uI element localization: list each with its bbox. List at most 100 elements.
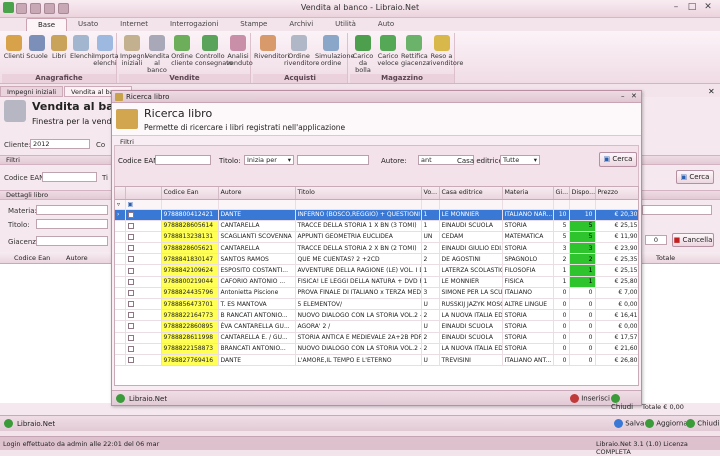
materia-field[interactable] — [36, 205, 108, 215]
col-header[interactable]: Casa editrice — [439, 187, 503, 200]
cell-prezzo: € 0,00 — [595, 298, 638, 311]
row-checkbox[interactable] — [125, 264, 162, 277]
tab-internet[interactable]: Internet — [109, 18, 159, 32]
carico-da-bolla-button[interactable]: Carico da bolla — [351, 35, 375, 74]
cerca-button[interactable]: ▣ Cerca — [599, 152, 637, 167]
table-row[interactable]: 9788822860895 ÈVA CANTARELLA GU... AGORA' … — [115, 320, 638, 333]
row-checkbox[interactable] — [125, 287, 162, 300]
row-checkbox[interactable] — [125, 309, 162, 322]
impegni-iniziali-button[interactable]: Impegni iniziali — [120, 35, 146, 67]
minimize-icon[interactable]: – — [621, 92, 625, 100]
tab-archivi[interactable]: Archivi — [278, 18, 324, 32]
table-row[interactable]: 9788828611998 CANTARELLA E. / GU... STORIA… — [115, 332, 638, 344]
quantity-stepper[interactable]: 0 — [645, 235, 667, 245]
table-row[interactable]: › 9788800412421 DANTE INFERNO (BOSCO,REGGIO… — [115, 209, 638, 221]
table-row[interactable]: 9788842109624 ESPOSITO COSTANTI... AVVENTU… — [115, 264, 638, 277]
titolo-mode-select[interactable]: Inizia per ▾ — [244, 155, 294, 165]
col-header[interactable]: Autore — [218, 187, 296, 200]
analisi-venduto-button[interactable]: Analisi venduto — [226, 35, 253, 67]
table-row[interactable]: 9788800219044 CAFORIO ANTONIO ... FISICA! … — [115, 276, 638, 288]
row-checkbox[interactable] — [125, 354, 162, 367]
close-icon[interactable]: ✕ — [700, 2, 716, 14]
row-checkbox[interactable] — [125, 220, 162, 232]
clienti-button[interactable]: Clienti — [3, 35, 25, 60]
titolo-field[interactable] — [36, 219, 108, 229]
casa-editrice-select[interactable]: Tutte ▾ — [500, 155, 540, 165]
row-checkbox[interactable] — [125, 231, 162, 244]
help-icon[interactable] — [4, 419, 13, 428]
cancella-button[interactable]: ■ Cancella — [672, 233, 714, 247]
table-row[interactable]: 9788822164773 B RANCATI ANTONIO... NUOVO D… — [115, 309, 638, 322]
vendita-al-banco-label: Vendita al banco — [145, 52, 170, 74]
table-row[interactable]: 9788828605621 CANTARELLA TRACCE DELLA STOR… — [115, 242, 638, 255]
table-row[interactable]: 9788828605614 CANTARELLA TRACCE DELLA STOR… — [115, 220, 638, 232]
col-header[interactable]: Codice Ean — [161, 187, 219, 200]
row-checkbox[interactable] — [125, 209, 162, 221]
cell-giacenza: 0 — [553, 354, 570, 367]
rivenditori-button[interactable]: Rivenditori — [254, 35, 289, 60]
doc-tab-impegni-iniziali[interactable]: Impegni iniziali — [0, 86, 64, 97]
row-checkbox[interactable] — [125, 253, 162, 266]
tab-usato[interactable]: Usato — [67, 18, 109, 32]
simulazione-ordine-button[interactable]: Simulazione ordine — [315, 35, 355, 67]
chiudi-button[interactable]: Chiudi — [686, 419, 719, 428]
table-row[interactable]: 9788813238131 SCAGLIANTI SCOVENNA APPUNTI … — [115, 231, 638, 244]
codice-ean-field[interactable] — [42, 172, 97, 182]
salva-button[interactable]: Salva — [614, 419, 644, 428]
row-checkbox[interactable] — [125, 320, 162, 333]
table-row[interactable]: 9788822158873 BRANCATI ANTONIO... NUOVO DI… — [115, 343, 638, 355]
titolo-input[interactable] — [297, 155, 369, 165]
ordine-cliente-button[interactable]: Ordine cliente — [170, 35, 194, 67]
row-checkbox[interactable] — [125, 276, 162, 288]
filter-icon[interactable]: ▿ — [115, 199, 126, 210]
col-header[interactable]: Vo... — [421, 187, 440, 200]
help-icon[interactable] — [116, 394, 125, 403]
cerca-button[interactable]: ▣ Cerca — [676, 170, 714, 184]
row-checkbox[interactable] — [125, 242, 162, 255]
col-header[interactable]: Gi... — [553, 187, 570, 200]
col-header[interactable]: Titolo — [295, 187, 422, 200]
col-header[interactable]: Prezzo — [595, 187, 638, 200]
libri-button[interactable]: Libri — [49, 35, 69, 60]
minimize-icon[interactable]: – — [668, 2, 684, 14]
tab-auto[interactable]: Auto — [367, 18, 405, 32]
row-checkbox[interactable] — [125, 332, 162, 344]
tab-utilita[interactable]: Utilità — [324, 18, 367, 32]
scuole-button[interactable]: Scuole — [26, 35, 48, 60]
col-header[interactable]: Dispo... — [569, 187, 596, 200]
vendita-al-banco-button[interactable]: Vendita al banco — [145, 35, 170, 74]
row-checkbox[interactable] — [125, 298, 162, 311]
cliente-field[interactable]: 2012 — [30, 139, 90, 149]
chiudi-button[interactable]: Chiudi — [611, 394, 641, 411]
materia-right-field[interactable] — [642, 205, 712, 215]
tab-stampe[interactable]: Stampe — [229, 18, 278, 32]
col-header[interactable]: Materia — [502, 187, 554, 200]
ordine-rivenditore-button[interactable]: Ordine rivenditore — [284, 35, 319, 67]
row-checkbox[interactable] — [125, 343, 162, 355]
codice-ean-input[interactable] — [155, 155, 211, 165]
filter-icon[interactable]: ▣ — [128, 201, 134, 208]
giacenza-field[interactable] — [36, 236, 108, 246]
close-document-icon[interactable]: ✕ — [708, 87, 715, 96]
inserisci-button[interactable]: Inserisci — [570, 394, 610, 403]
table-row[interactable]: 9788824435796 Antonietta Piscione PROVA FI… — [115, 287, 638, 300]
close-icon[interactable]: ✕ — [631, 92, 637, 100]
rettifica-giacenza-button[interactable]: Rettifica giacenza — [401, 35, 430, 67]
elenchi-button[interactable]: Elenchi — [70, 35, 94, 60]
table-row[interactable]: 9788841830147 SANTOS RAMOS QUE ME CUENTAS?… — [115, 253, 638, 266]
chevron-down-icon: ▾ — [533, 156, 537, 164]
cell-titolo: AGORA' 2 / — [295, 320, 422, 333]
grid-filter-row[interactable]: ▿ ▣ — [115, 199, 638, 210]
col-header[interactable] — [125, 187, 162, 200]
reso-a-rivenditore-button[interactable]: Reso a rivenditore — [428, 35, 463, 67]
table-row[interactable]: 9788827769416 DANTE L'AMORE,IL TEMPO E L'E… — [115, 354, 638, 367]
maximize-icon[interactable]: □ — [684, 2, 700, 14]
table-row[interactable]: 9788856473701 T. ES MANTOVA 5 ELEMENTOV/U R… — [115, 298, 638, 311]
tab-base[interactable]: Base — [26, 18, 68, 32]
books-grid[interactable]: Codice Ean Autore Titolo Vo... Casa edit… — [114, 186, 639, 386]
controllo-consegnato-button[interactable]: Controllo consegnato — [195, 35, 233, 67]
carico-veloce-button[interactable]: Carico veloce — [376, 35, 400, 67]
importa-elenchi-button[interactable]: Importa elenchi — [93, 35, 119, 67]
tab-interrogazioni[interactable]: Interrogazioni — [159, 18, 229, 32]
aggiorna-button[interactable]: Aggiorna — [645, 419, 688, 428]
